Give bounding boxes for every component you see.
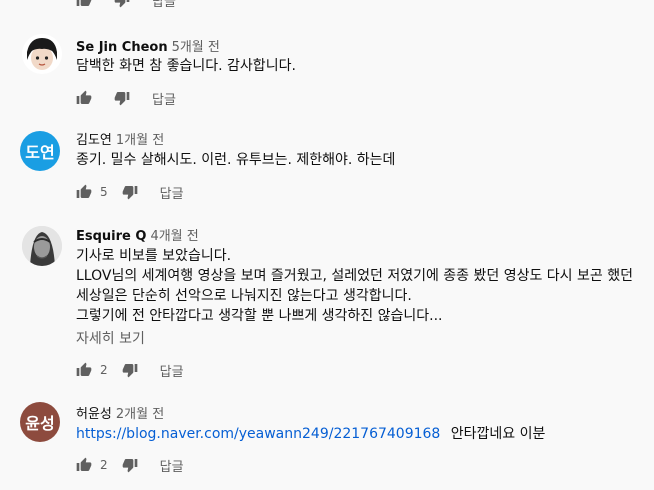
comment-time[interactable]: 2개월 전 [116,407,164,422]
thumbs-up-icon [76,457,92,471]
comment-time[interactable]: 4개월 전 [150,229,198,244]
comment-time[interactable]: 1개월 전 [116,133,164,148]
thumbs-down-icon [122,186,137,200]
comment-header: Esquire Q 4개월 전 [76,225,199,244]
author-name[interactable]: Esquire Q [76,229,146,244]
comment-line: 담백한 화면 참 좋습니다. 감사합니다. [76,58,296,74]
comment-text-after-link: 안타깝네요 이분 [450,426,546,442]
thumbs-up-icon [76,184,92,198]
comment-actions: 5 답글 [76,180,184,204]
like-count: 2 [100,458,108,472]
comment-text: https://blog.naver.com/yeawann249/221767… [76,424,545,444]
thumbs-up-icon [76,90,92,104]
thumbs-down-icon [122,364,137,378]
like-count: 2 [100,363,108,377]
avatar[interactable] [22,226,62,266]
comment-header: 김도연 1개월 전 [76,129,164,148]
like-button[interactable] [76,184,92,200]
comment-line: LLOV님의 세계여행 영상을 보며 즐거웠고, 설레었던 저였기에 종종 봤던… [76,268,633,284]
like-button[interactable] [76,457,92,473]
comment-line: 기사로 비보를 보았습니다. [76,248,232,264]
avatar[interactable]: 도연 [20,131,60,171]
comment-actions: 답글 [76,86,176,110]
comment-line: 세상일은 단순히 선악으로 나눠지진 않는다고 생각합니다. [76,288,412,304]
comment-link[interactable]: https://blog.naver.com/yeawann249/221767… [76,426,440,442]
comment-text: 종기. 밀수 살해시도. 이런. 유투브는. 제한해야. 하는데 [76,150,395,170]
comment-actions: 2 답글 [76,358,184,382]
author-name[interactable]: Se Jin Cheon [76,40,168,55]
comment-actions: 2 답글 [76,453,184,477]
reply-button[interactable]: 답글 [160,183,184,202]
author-name[interactable]: 허윤성 [76,407,112,422]
reply-button[interactable]: 답글 [160,361,184,380]
thumbs-down-icon [114,0,130,8]
like-button[interactable] [76,0,92,8]
reply-button[interactable]: 답글 [160,456,184,475]
comment-text: 담백한 화면 참 좋습니다. 감사합니다. [76,56,296,76]
thumbs-up-icon [76,362,92,376]
avatar-photo [22,34,62,74]
author-name[interactable]: 김도연 [76,133,112,148]
thumbs-down-icon [114,92,130,106]
like-count: 5 [100,185,108,199]
comment-text: 기사로 비보를 보았습니다. LLOV님의 세계여행 영상을 보며 즐거웠고, … [76,246,633,326]
dislike-button[interactable] [122,184,138,200]
read-more-link[interactable]: 자세히 보기 [76,328,145,348]
avatar[interactable] [22,34,62,74]
comment-time[interactable]: 5개월 전 [172,40,220,55]
comment-line: 종기. 밀수 살해시도. 이런. 유투브는. 제한해야. 하는데 [76,152,396,168]
avatar-photo [22,226,62,266]
dislike-button[interactable] [114,0,130,8]
avatar-initials: 윤성 [25,414,55,433]
dislike-button[interactable] [114,90,130,106]
comment-actions: 답글 [76,0,176,12]
comment-line: 그렇기에 전 안타깝다고 생각할 뿐 나쁘게 생각하진 않습니다... [76,308,443,324]
comment-header: 허윤성 2개월 전 [76,403,164,422]
like-button[interactable] [76,90,92,106]
reply-button[interactable]: 답글 [152,89,176,108]
like-button[interactable] [76,362,92,378]
reply-button[interactable]: 답글 [152,0,176,10]
thumbs-up-icon [76,0,92,6]
dislike-button[interactable] [122,457,138,473]
avatar-initials: 도연 [25,143,55,162]
avatar[interactable]: 윤성 [20,402,60,442]
dislike-button[interactable] [122,362,138,378]
comment-header: Se Jin Cheon 5개월 전 [76,36,220,55]
thumbs-down-icon [122,459,137,473]
